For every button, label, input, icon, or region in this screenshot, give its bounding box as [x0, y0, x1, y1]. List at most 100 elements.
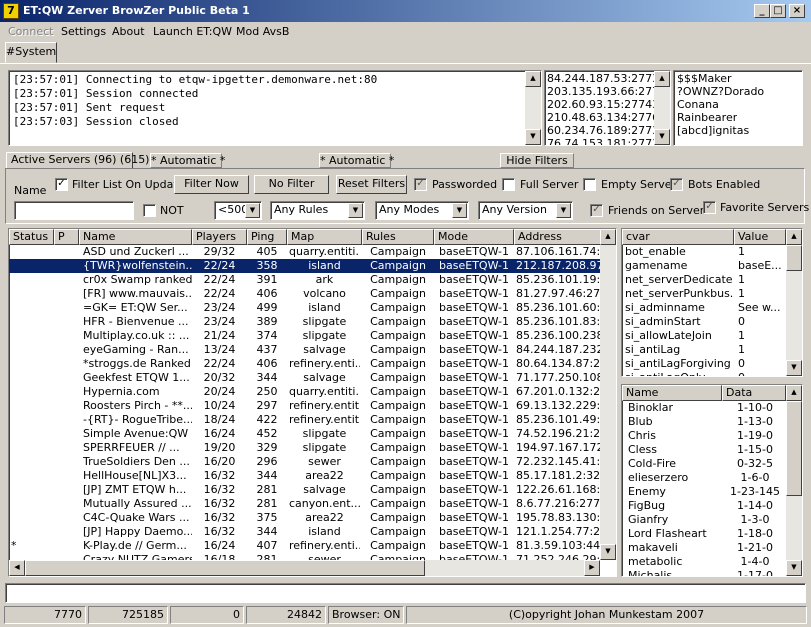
table-row[interactable]: ASD und Zuckerl ... 29/32 405 quarry.entiti… [9, 245, 600, 259]
cvar-row[interactable]: net_serverPunkbus... 1 [622, 287, 786, 301]
table-row[interactable]: * K-Play.de // Germ... 16/24 407 refinery.en… [9, 539, 600, 553]
menu-connect[interactable]: Connect [8, 25, 53, 38]
table-row[interactable]: Hypernia.com 20/24 250 quarry.entiti... Camp… [9, 385, 600, 399]
column-header-status[interactable]: Status [9, 229, 54, 245]
player-row[interactable]: Michalis 1-17-0 [622, 569, 786, 576]
chevron-down-icon[interactable]: ▼ [348, 203, 363, 218]
table-row[interactable]: HellHouse[NL]X3... 16/32 344 area22 Campaign… [9, 469, 600, 483]
list-item[interactable]: [abcd]ignitas [677, 124, 749, 137]
player-row[interactable]: makaveli 1-21-0 [622, 541, 786, 555]
list-item[interactable]: 210.48.63.134:27763 [547, 111, 666, 124]
scroll-up-icon[interactable]: ▲ [786, 385, 802, 401]
log-scrollbar[interactable]: ▲ ▼ [525, 71, 541, 145]
column-header-address[interactable]: Address [514, 229, 614, 245]
ip-list-scrollbar[interactable]: ▲ ▼ [654, 71, 670, 145]
player-row[interactable]: Lord Flasheart 1-18-0 [622, 527, 786, 541]
ip-list[interactable]: 84.244.187.53:27733 203.135.193.66:27733… [544, 70, 671, 146]
chevron-down-icon[interactable]: ▼ [452, 203, 467, 218]
players-body[interactable]: Binoklar 1-10-0 Blub 1-13-0 Chris 1-19-0 Cless… [622, 401, 786, 576]
cvar-row[interactable]: si_adminname See w... [622, 301, 786, 315]
hide-filters-button[interactable]: Hide Filters [500, 153, 574, 168]
player-row[interactable]: Chris 1-19-0 [622, 429, 786, 443]
log-panel[interactable]: [23:57:01] Connecting to etqw-ipgetter.d… [8, 70, 542, 146]
column-header-ping[interactable]: Ping [247, 229, 287, 245]
rules-select[interactable]: Any Rules ▼ [270, 201, 365, 220]
table-row[interactable]: [JP] Happy Daemo... 16/32 344 island Campaig… [9, 525, 600, 539]
modes-select[interactable]: Any Modes ▼ [375, 201, 469, 220]
table-row[interactable]: eyeGaming - Ran... 13/24 437 salvage Campaig… [9, 343, 600, 357]
cvar-row[interactable]: bot_enable 1 [622, 245, 786, 259]
favorite-servers-checkbox[interactable]: ✓ [703, 201, 716, 214]
table-row[interactable]: cr0x Swamp ranked 22/24 391 ark Campaign base… [9, 273, 600, 287]
scroll-up-icon[interactable]: ▲ [525, 71, 541, 87]
server-table-vscroll[interactable]: ▲ ▼ [600, 229, 616, 560]
table-row[interactable]: Mutually Assured ... 16/32 281 canyon.ent..… [9, 497, 600, 511]
table-row[interactable]: *stroggs.de Ranked! 22/24 406 refinery.enti… [9, 357, 600, 371]
cvar-row[interactable]: si_antiLag 1 [622, 343, 786, 357]
scroll-left-icon[interactable]: ◀ [9, 560, 25, 576]
tab-active-servers[interactable]: Active Servers (96) (615) [6, 152, 149, 169]
list-item[interactable]: Rainbearer [677, 111, 737, 124]
cvar-row[interactable]: net_serverDedicated 1 [622, 273, 786, 287]
table-row[interactable]: [FR] www.mauvais... 22/24 406 volcano Campai… [9, 287, 600, 301]
column-header-p[interactable]: P [54, 229, 79, 245]
player-row[interactable]: Enemy 1-23-145 [622, 485, 786, 499]
tab-automatic-2[interactable]: * Automatic * [319, 153, 394, 168]
column-header-name[interactable]: Name [79, 229, 192, 245]
list-item[interactable]: 203.135.193.66:27733 [547, 85, 670, 98]
table-row[interactable]: {TWR}wolfenstein... 22/24 358 island Campaig… [9, 259, 600, 273]
ping-select[interactable]: <500 ▼ [214, 201, 262, 220]
table-row[interactable]: C4C-Quake Wars ... 16/32 375 area22 Campaign… [9, 511, 600, 525]
cvar-table[interactable]: cvar Value bot_enable 1 gamename baseE... ne… [621, 228, 803, 377]
reset-filters-button[interactable]: Reset Filters [336, 175, 407, 194]
menu-launch-etqw[interactable]: Launch ET:QW [153, 25, 232, 38]
tab-system[interactable]: #System [5, 42, 57, 63]
player-row[interactable]: Cold-Fire 0-32-5 [622, 457, 786, 471]
menu-about[interactable]: About [112, 25, 145, 38]
not-checkbox[interactable] [143, 204, 156, 217]
table-row[interactable]: [JP] ZMT ETQW h... 16/32 281 salvage Campaig… [9, 483, 600, 497]
list-item[interactable]: 60.234.76.189:27733 [547, 124, 666, 137]
player-row[interactable]: FigBug 1-14-0 [622, 499, 786, 513]
cvar-header[interactable]: cvar [622, 229, 734, 245]
scroll-down-icon[interactable]: ▼ [600, 544, 616, 560]
command-input[interactable] [5, 583, 806, 603]
menu-settings[interactable]: Settings [61, 25, 106, 38]
server-table[interactable]: Status P Name Players Ping Map Rules Mode Addres… [8, 228, 617, 577]
maximize-button[interactable]: □ [770, 4, 786, 18]
player-data-header[interactable]: Data [722, 385, 786, 401]
scroll-down-icon[interactable]: ▼ [786, 560, 802, 576]
scroll-thumb[interactable] [786, 245, 802, 271]
list-item[interactable]: 76.74.153.181:27734 [547, 137, 666, 145]
tab-automatic-1[interactable]: * Automatic * [150, 153, 225, 168]
menu-mod-avsb[interactable]: Mod AvsB [236, 25, 289, 38]
cvar-scrollbar[interactable]: ▲ ▼ [786, 229, 802, 376]
table-row[interactable]: Roosters Pirch - **... 10/24 297 refinery.e… [9, 399, 600, 413]
player-row[interactable]: Gianfry 1-3-0 [622, 513, 786, 527]
player-name-header[interactable]: Name [622, 385, 722, 401]
bots-enabled-checkbox[interactable]: ✓ [670, 178, 683, 191]
cvar-row[interactable]: si_antiLagForgiving 0 [622, 357, 786, 371]
empty-server-checkbox[interactable] [583, 178, 596, 191]
full-server-checkbox[interactable] [502, 178, 515, 191]
cvar-row[interactable]: gamename baseE... [622, 259, 786, 273]
player-row[interactable]: Binoklar 1-10-0 [622, 401, 786, 415]
table-row[interactable]: =GK= ET:QW Ser... 23/24 499 island Campaign b… [9, 301, 600, 315]
column-header-rules[interactable]: Rules [362, 229, 434, 245]
players-table[interactable]: Name Data Binoklar 1-10-0 Blub 1-13-0 Chris 1… [621, 384, 803, 577]
scroll-down-icon[interactable]: ▼ [654, 129, 670, 145]
version-select[interactable]: Any Version ▼ [478, 201, 573, 220]
cvar-row[interactable]: si_allowLateJoin 1 [622, 329, 786, 343]
server-table-hscroll[interactable]: ◀ ▶ [9, 560, 600, 576]
player-row[interactable]: Cless 1-15-0 [622, 443, 786, 457]
list-item[interactable]: $$$Maker [677, 72, 732, 85]
minimize-button[interactable]: _ [754, 4, 770, 18]
scroll-down-icon[interactable]: ▼ [525, 129, 541, 145]
cvar-row[interactable]: si_adminStart 0 [622, 315, 786, 329]
list-item[interactable]: Conana [677, 98, 719, 111]
friends-on-server-checkbox[interactable]: ✓ [590, 204, 603, 217]
table-row[interactable]: Geekfest ETQW 1... 20/32 344 salvage Campaig… [9, 371, 600, 385]
list-item[interactable]: 84.244.187.53:27733 [547, 72, 666, 85]
server-table-body[interactable]: ASD und Zuckerl ... 29/32 405 quarry.entiti… [9, 245, 600, 560]
column-header-map[interactable]: Map [287, 229, 362, 245]
